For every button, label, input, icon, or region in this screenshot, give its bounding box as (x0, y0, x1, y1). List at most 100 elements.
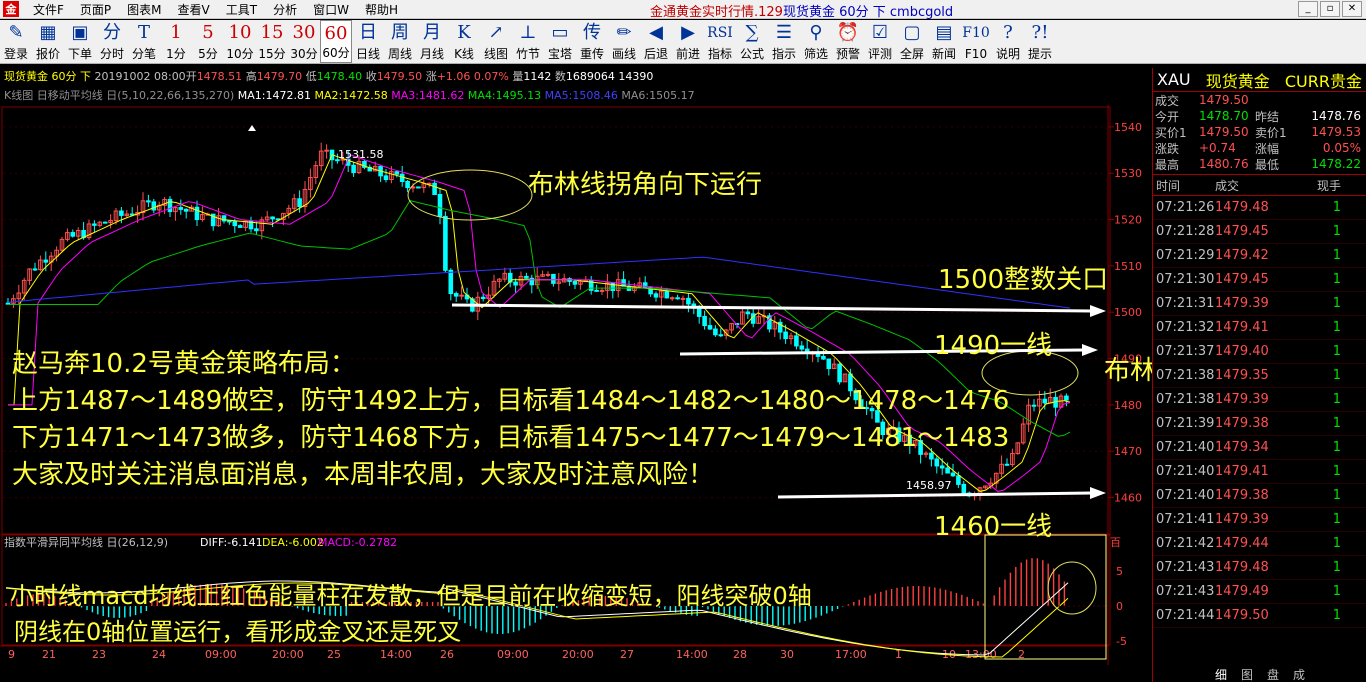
toolbar-filter-button[interactable]: ⚲ 筛选 (800, 20, 832, 63)
quote-l2: 昨结 (1255, 109, 1280, 124)
quote-info-bar: 现货黄金 60分 下 20191002 08:00开1478.51 高1479.… (0, 68, 1150, 86)
toolbar-help-button[interactable]: ? 说明 (992, 20, 1024, 63)
time-tick-label: 14:00 (380, 648, 412, 661)
candle-body (405, 180, 410, 189)
price-tick-label: 1510 (1114, 260, 1142, 273)
candle-body (929, 452, 934, 460)
tab-trades[interactable]: 成 (1293, 666, 1305, 682)
macd-dea-value: DEA:-6.002 (262, 536, 324, 549)
quote-v2: 1479.53 (1311, 125, 1361, 139)
arrow-1460-head (1090, 487, 1106, 499)
tick-icon: T (137, 22, 150, 43)
evaluate-icon: ☑ (871, 22, 889, 43)
candle-body (383, 175, 389, 181)
tick-p: 1479.45 (1215, 224, 1269, 239)
ma-indicator-name: K线图 日移动平均线 日(5,10,22,66,135,270) (4, 89, 235, 102)
minimize-icon[interactable]: _ (1298, 1, 1318, 17)
menu-view[interactable]: 查看V (170, 1, 218, 18)
toolbar-1min-button[interactable]: 1 1分 (160, 20, 192, 63)
toolbar-10min-button[interactable]: 10 10分 (224, 20, 256, 63)
menu-chart[interactable]: 图表M (119, 1, 169, 18)
toolbar-label: 宝塔 (547, 47, 572, 61)
menu-page[interactable]: 页面P (72, 1, 119, 18)
time-tick-label: 9 (8, 648, 15, 661)
toolbar-formula-button[interactable]: ∑ 公式 (736, 20, 768, 63)
back-icon: ◀ (649, 22, 663, 43)
app-logo-icon: 金 (3, 1, 19, 17)
quote-currency: CURR贵金 (1284, 71, 1362, 91)
candle-body (237, 225, 243, 228)
price-tick-label: 1530 (1114, 167, 1142, 180)
macd-diff-value: DIFF:-6.141 (200, 536, 263, 549)
toolbar-evaluate-button[interactable]: ☑ 评测 (864, 20, 896, 63)
toolbar-15min-button[interactable]: 15 15分 (256, 20, 288, 63)
restore-icon[interactable]: ▫ (1320, 1, 1340, 17)
toolbar-label: 指标 (707, 47, 732, 61)
strategy-short: 上方1487～1489做空，防守1492上方，目标看1484～1482～1480… (12, 386, 1010, 416)
30min-icon: 30 (292, 22, 316, 43)
menu-tools[interactable]: 工具T (218, 1, 265, 18)
candle-body (394, 171, 400, 175)
menu-window[interactable]: 窗口W (305, 1, 357, 18)
menu-help[interactable]: 帮助H (357, 1, 406, 18)
tab-book[interactable]: 盘 (1267, 666, 1279, 682)
toolbar-label: F10 (964, 47, 988, 61)
tick-header-price: 成交 (1215, 178, 1240, 193)
tick-v: 1 (1332, 464, 1341, 479)
price-tick-label: 1500 (1114, 306, 1142, 319)
toolbar-signal-button[interactable]: ☰ 指示 (768, 20, 800, 63)
tab-chart[interactable]: 图 (1241, 666, 1253, 682)
time-tick-label: 27 (620, 648, 634, 661)
price-tick-label: 1460 (1114, 492, 1142, 505)
toolbar-tick-button[interactable]: T 分笔 (128, 20, 160, 63)
toolbar-quote-button[interactable]: ▦ 报价 (32, 20, 64, 63)
quote-code: XAU (1157, 70, 1191, 89)
tick-p: 1479.34 (1215, 440, 1269, 455)
toolbar-order-button[interactable]: ▣ 下单 (64, 20, 96, 63)
tick-p: 1479.42 (1215, 248, 1269, 263)
toolbar-tower-button[interactable]: ▭ 宝塔 (544, 20, 576, 63)
tick-row: 07:21:26 1479.48 1 (1153, 196, 1366, 220)
menu-analysis[interactable]: 分析 (265, 1, 305, 18)
tick-list[interactable]: 07:21:26 1479.48 1 07:21:28 1479.45 1 07:21:29… (1153, 196, 1366, 628)
close-icon[interactable]: ✕ (1342, 1, 1362, 17)
toolbar-timeshare-button[interactable]: 分分时 (96, 20, 128, 63)
tick-t: 07:21:40 (1156, 464, 1215, 479)
candle-body (43, 259, 49, 263)
toolbar-30min-button[interactable]: 30 30分 (288, 20, 320, 63)
strategy-title: 赵马奔10.2号黄金策略布局： (12, 349, 356, 379)
toolbar-tips-button[interactable]: ?! 提示 (1024, 20, 1056, 63)
toolbar-alert-button[interactable]: ⏰ 预警 (832, 20, 864, 63)
toolbar-draw-button[interactable]: ✏ 画线 (608, 20, 640, 63)
candle-body (437, 193, 443, 217)
toolbar-day-button[interactable]: 日日线 (352, 20, 384, 63)
toolbar-5min-button[interactable]: 5 5分 (192, 20, 224, 63)
candle-body (70, 232, 76, 237)
toolbar-label: 公式 (739, 47, 764, 61)
toolbar-month-button[interactable]: 月月线 (416, 20, 448, 63)
toolbar-fullscreen-button[interactable]: ▢ 全屏 (896, 20, 928, 63)
candle-body (178, 207, 184, 210)
toolbar-login-button[interactable]: ✎ 登录 (0, 20, 32, 63)
toolbar-news-button[interactable]: ▤ 新闻 (928, 20, 960, 63)
quote-row: 成交 1479.50 (1153, 92, 1366, 108)
toolbar-indicator-button[interactable]: RSI 指标 (704, 20, 736, 63)
tick-t: 07:21:42 (1156, 536, 1215, 551)
toolbar-60min-button[interactable]: 60 60分 (320, 20, 352, 63)
toolbar-line-chart-button[interactable]: ↗ 线图 (480, 20, 512, 63)
toolbar-kline-button[interactable]: K K线 (448, 20, 480, 63)
window-title-prefix: 金通黄金实时行情.129 (650, 5, 783, 20)
quote-row: 涨跌 +0.74 涨幅 0.05% (1153, 140, 1366, 156)
toolbar-f10-button[interactable]: F10 F10 (960, 20, 992, 63)
candle-body (459, 294, 464, 297)
toolbar-back-button[interactable]: ◀ 后退 (640, 20, 672, 63)
strategy-risk-note: 大家及时关注消息面消息，本周非农周，大家及时注意风险！ (12, 460, 715, 490)
toolbar-week-button[interactable]: 周周线 (384, 20, 416, 63)
toolbar-forward-button[interactable]: ▶ 前进 (672, 20, 704, 63)
help-icon: ? (1003, 22, 1013, 43)
toolbar-reload-button[interactable]: 传重传 (576, 20, 608, 63)
info-close-label: 收 (365, 70, 377, 83)
tab-detail[interactable]: 细 (1215, 666, 1227, 682)
toolbar-bamboo-button[interactable]: ⊥ 竹节 (512, 20, 544, 63)
menu-file[interactable]: 文件F (25, 1, 72, 18)
